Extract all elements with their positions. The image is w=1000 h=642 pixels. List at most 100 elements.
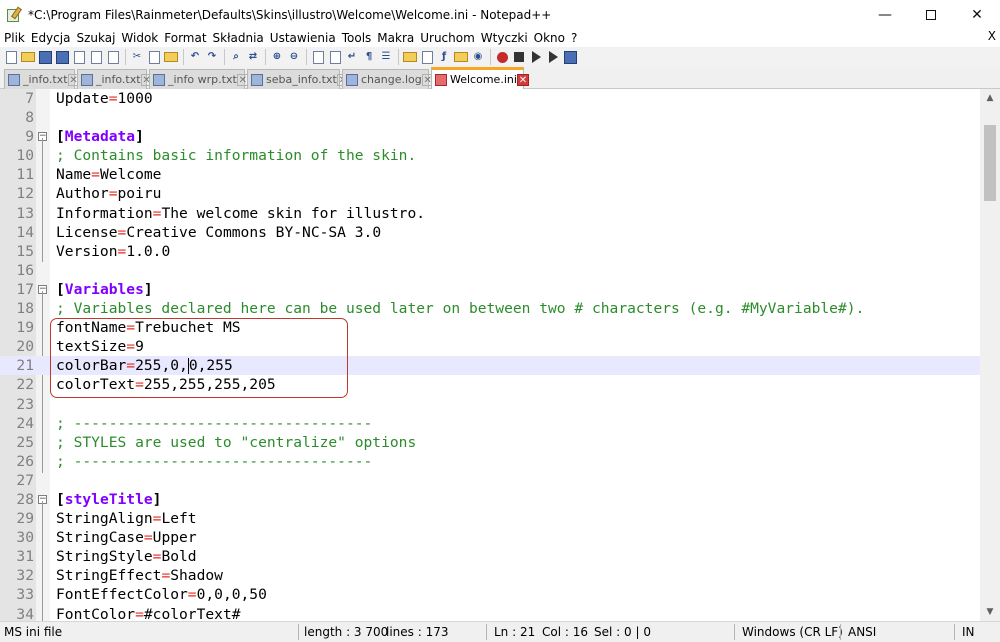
toolbar-separator xyxy=(265,49,266,65)
copy-icon[interactable] xyxy=(146,49,162,65)
tab-welcome-ini[interactable]: Welcome.ini ✕ xyxy=(431,67,529,89)
close-file-icon[interactable] xyxy=(71,49,87,65)
code-text: ; ---------------------------------- xyxy=(56,452,372,471)
toolbar: ✂ ↶ ↷ ⌕ ⇄ ⊕ ⊖ ↵ ¶ ☰ ƒ ◉ xyxy=(0,47,1000,67)
zoom-out-icon[interactable]: ⊖ xyxy=(286,49,302,65)
code-line[interactable]: 27 xyxy=(0,471,980,490)
tab-seba-info[interactable]: seba_info.txt ✕ xyxy=(247,69,349,89)
find-icon[interactable]: ⌕ xyxy=(228,49,244,65)
code-line[interactable]: 13 Information=The welcome skin for illus… xyxy=(0,204,980,223)
menu-format[interactable]: Format xyxy=(161,31,209,45)
scroll-down-icon[interactable]: ▼ xyxy=(980,603,1000,621)
macro-play-icon[interactable] xyxy=(528,49,544,65)
macro-save-icon[interactable] xyxy=(562,49,578,65)
code-line[interactable]: 22 colorText=255,255,255,205 xyxy=(0,375,980,394)
code-line[interactable]: 26 ; ---------------------------------- xyxy=(0,452,980,471)
vertical-scrollbar[interactable]: ▲ ▼ xyxy=(980,89,1000,621)
tab-close-icon[interactable]: ✕ xyxy=(516,73,529,86)
text-editor[interactable]: − − − 7 Update=1000 8 9 [Metadata] 10; Contai… xyxy=(0,89,1000,621)
code-line[interactable]: 14 License=Creative Commons BY-NC-SA 3.0 xyxy=(0,223,980,242)
maximize-button[interactable] xyxy=(908,0,954,29)
code-line[interactable]: 7 Update=1000 xyxy=(0,89,980,108)
scroll-up-icon[interactable]: ▲ xyxy=(980,89,1000,107)
code-line[interactable]: 10 ; Contains basic information of the sk… xyxy=(0,146,980,165)
word-wrap-icon[interactable]: ↵ xyxy=(344,49,360,65)
code-line[interactable]: 21 colorBar=255,0,0,255 xyxy=(0,356,980,376)
close-window-button[interactable]: ✕ xyxy=(954,0,1000,29)
code-line[interactable]: 18 ; Variables declared here can be used … xyxy=(0,299,980,318)
close-all-icon[interactable] xyxy=(88,49,104,65)
menu-szukaj[interactable]: Szukaj xyxy=(73,31,118,45)
code-text: Update=1000 xyxy=(56,89,153,108)
code-line[interactable]: 33 FontEffectColor=0,0,0,50 xyxy=(0,585,980,604)
minimize-button[interactable]: — xyxy=(862,0,908,29)
code-line[interactable]: 28 [styleTitle] xyxy=(0,490,980,509)
print-icon[interactable] xyxy=(105,49,121,65)
code-line[interactable]: 20 textSize=9 xyxy=(0,337,980,356)
line-number: 17 xyxy=(16,280,34,298)
scroll-thumb[interactable] xyxy=(984,125,996,201)
minimize-icon: — xyxy=(878,6,892,23)
code-line[interactable]: 23 xyxy=(0,395,980,414)
ini-comment: ; ---------------------------------- xyxy=(56,452,373,470)
sync-horizontal-icon[interactable] xyxy=(327,49,343,65)
menu-help[interactable]: ? xyxy=(568,31,580,45)
monitoring-icon[interactable]: ◉ xyxy=(470,49,486,65)
tab-info-wrp[interactable]: _info wrp.txt ✕ xyxy=(149,69,249,89)
zoom-in-icon[interactable]: ⊕ xyxy=(269,49,285,65)
ini-value: Upper xyxy=(152,529,197,547)
paste-icon[interactable] xyxy=(163,49,179,65)
code-line[interactable]: 9 [Metadata] xyxy=(0,127,980,146)
language-icon[interactable] xyxy=(402,49,418,65)
new-file-icon[interactable] xyxy=(3,49,19,65)
replace-icon[interactable]: ⇄ xyxy=(245,49,261,65)
code-line[interactable]: 30 StringCase=Upper xyxy=(0,528,980,547)
tab-info-1[interactable]: _info.txt ✕ xyxy=(4,69,80,89)
cut-icon[interactable]: ✂ xyxy=(129,49,145,65)
macro-run-multiple-icon[interactable] xyxy=(545,49,561,65)
code-line[interactable]: 17 [Variables] xyxy=(0,280,980,299)
indent-guide-icon[interactable]: ☰ xyxy=(378,49,394,65)
open-file-icon[interactable] xyxy=(20,49,36,65)
macro-stop-icon[interactable] xyxy=(511,49,527,65)
undo-icon[interactable]: ↶ xyxy=(187,49,203,65)
save-icon[interactable] xyxy=(37,49,53,65)
menu-makra[interactable]: Makra xyxy=(374,31,417,45)
code-line[interactable]: 8 xyxy=(0,108,980,127)
menu-tools[interactable]: Tools xyxy=(339,31,375,45)
sync-vertical-icon[interactable] xyxy=(310,49,326,65)
menu-widok[interactable]: Widok xyxy=(118,31,161,45)
close-document-button[interactable]: X xyxy=(988,29,996,43)
tab-label: Welcome.ini xyxy=(450,73,517,86)
code-line[interactable]: 29 StringAlign=Left xyxy=(0,509,980,528)
code-text: StringEffect=Shadow xyxy=(56,566,223,585)
code-line[interactable]: 25 ; STYLES are used to "centralize" opti… xyxy=(0,433,980,452)
menu-uruchom[interactable]: Uruchom xyxy=(417,31,478,45)
save-all-icon[interactable] xyxy=(54,49,70,65)
tab-info-2[interactable]: _info.txt ✕ xyxy=(77,69,153,89)
function-list-icon[interactable]: ƒ xyxy=(436,49,452,65)
show-all-chars-icon[interactable]: ¶ xyxy=(361,49,377,65)
code-line[interactable]: 12 Author=poiru xyxy=(0,184,980,203)
macro-record-icon[interactable] xyxy=(494,49,510,65)
code-line[interactable]: 16 xyxy=(0,261,980,280)
tab-change-log[interactable]: change.log ✕ xyxy=(342,69,434,89)
code-line[interactable]: 11 Name=Welcome xyxy=(0,165,980,184)
folder-workspace-icon[interactable] xyxy=(453,49,469,65)
menu-ustawienia[interactable]: Ustawienia xyxy=(267,31,339,45)
menu-edycja[interactable]: Edycja xyxy=(28,31,74,45)
code-line[interactable]: 19 fontName=Trebuchet MS xyxy=(0,318,980,337)
code-line[interactable]: 32 StringEffect=Shadow xyxy=(0,566,980,585)
code-line[interactable]: 31 StringStyle=Bold xyxy=(0,547,980,566)
redo-icon[interactable]: ↷ xyxy=(204,49,220,65)
ini-section-bracket: [ xyxy=(56,490,65,508)
menu-skladnia[interactable]: Składnia xyxy=(210,31,267,45)
status-line-number: Ln : 21 xyxy=(494,625,536,639)
doc-map-icon[interactable] xyxy=(419,49,435,65)
menu-wtyczki[interactable]: Wtyczki xyxy=(478,31,531,45)
menu-plik[interactable]: Plik xyxy=(0,31,28,45)
code-line[interactable]: 24 ; ---------------------------------- xyxy=(0,414,980,433)
menu-okno[interactable]: Okno xyxy=(531,31,568,45)
code-line[interactable]: 34 FontColor=#colorText# xyxy=(0,605,980,621)
code-line[interactable]: 15 Version=1.0.0 xyxy=(0,242,980,261)
